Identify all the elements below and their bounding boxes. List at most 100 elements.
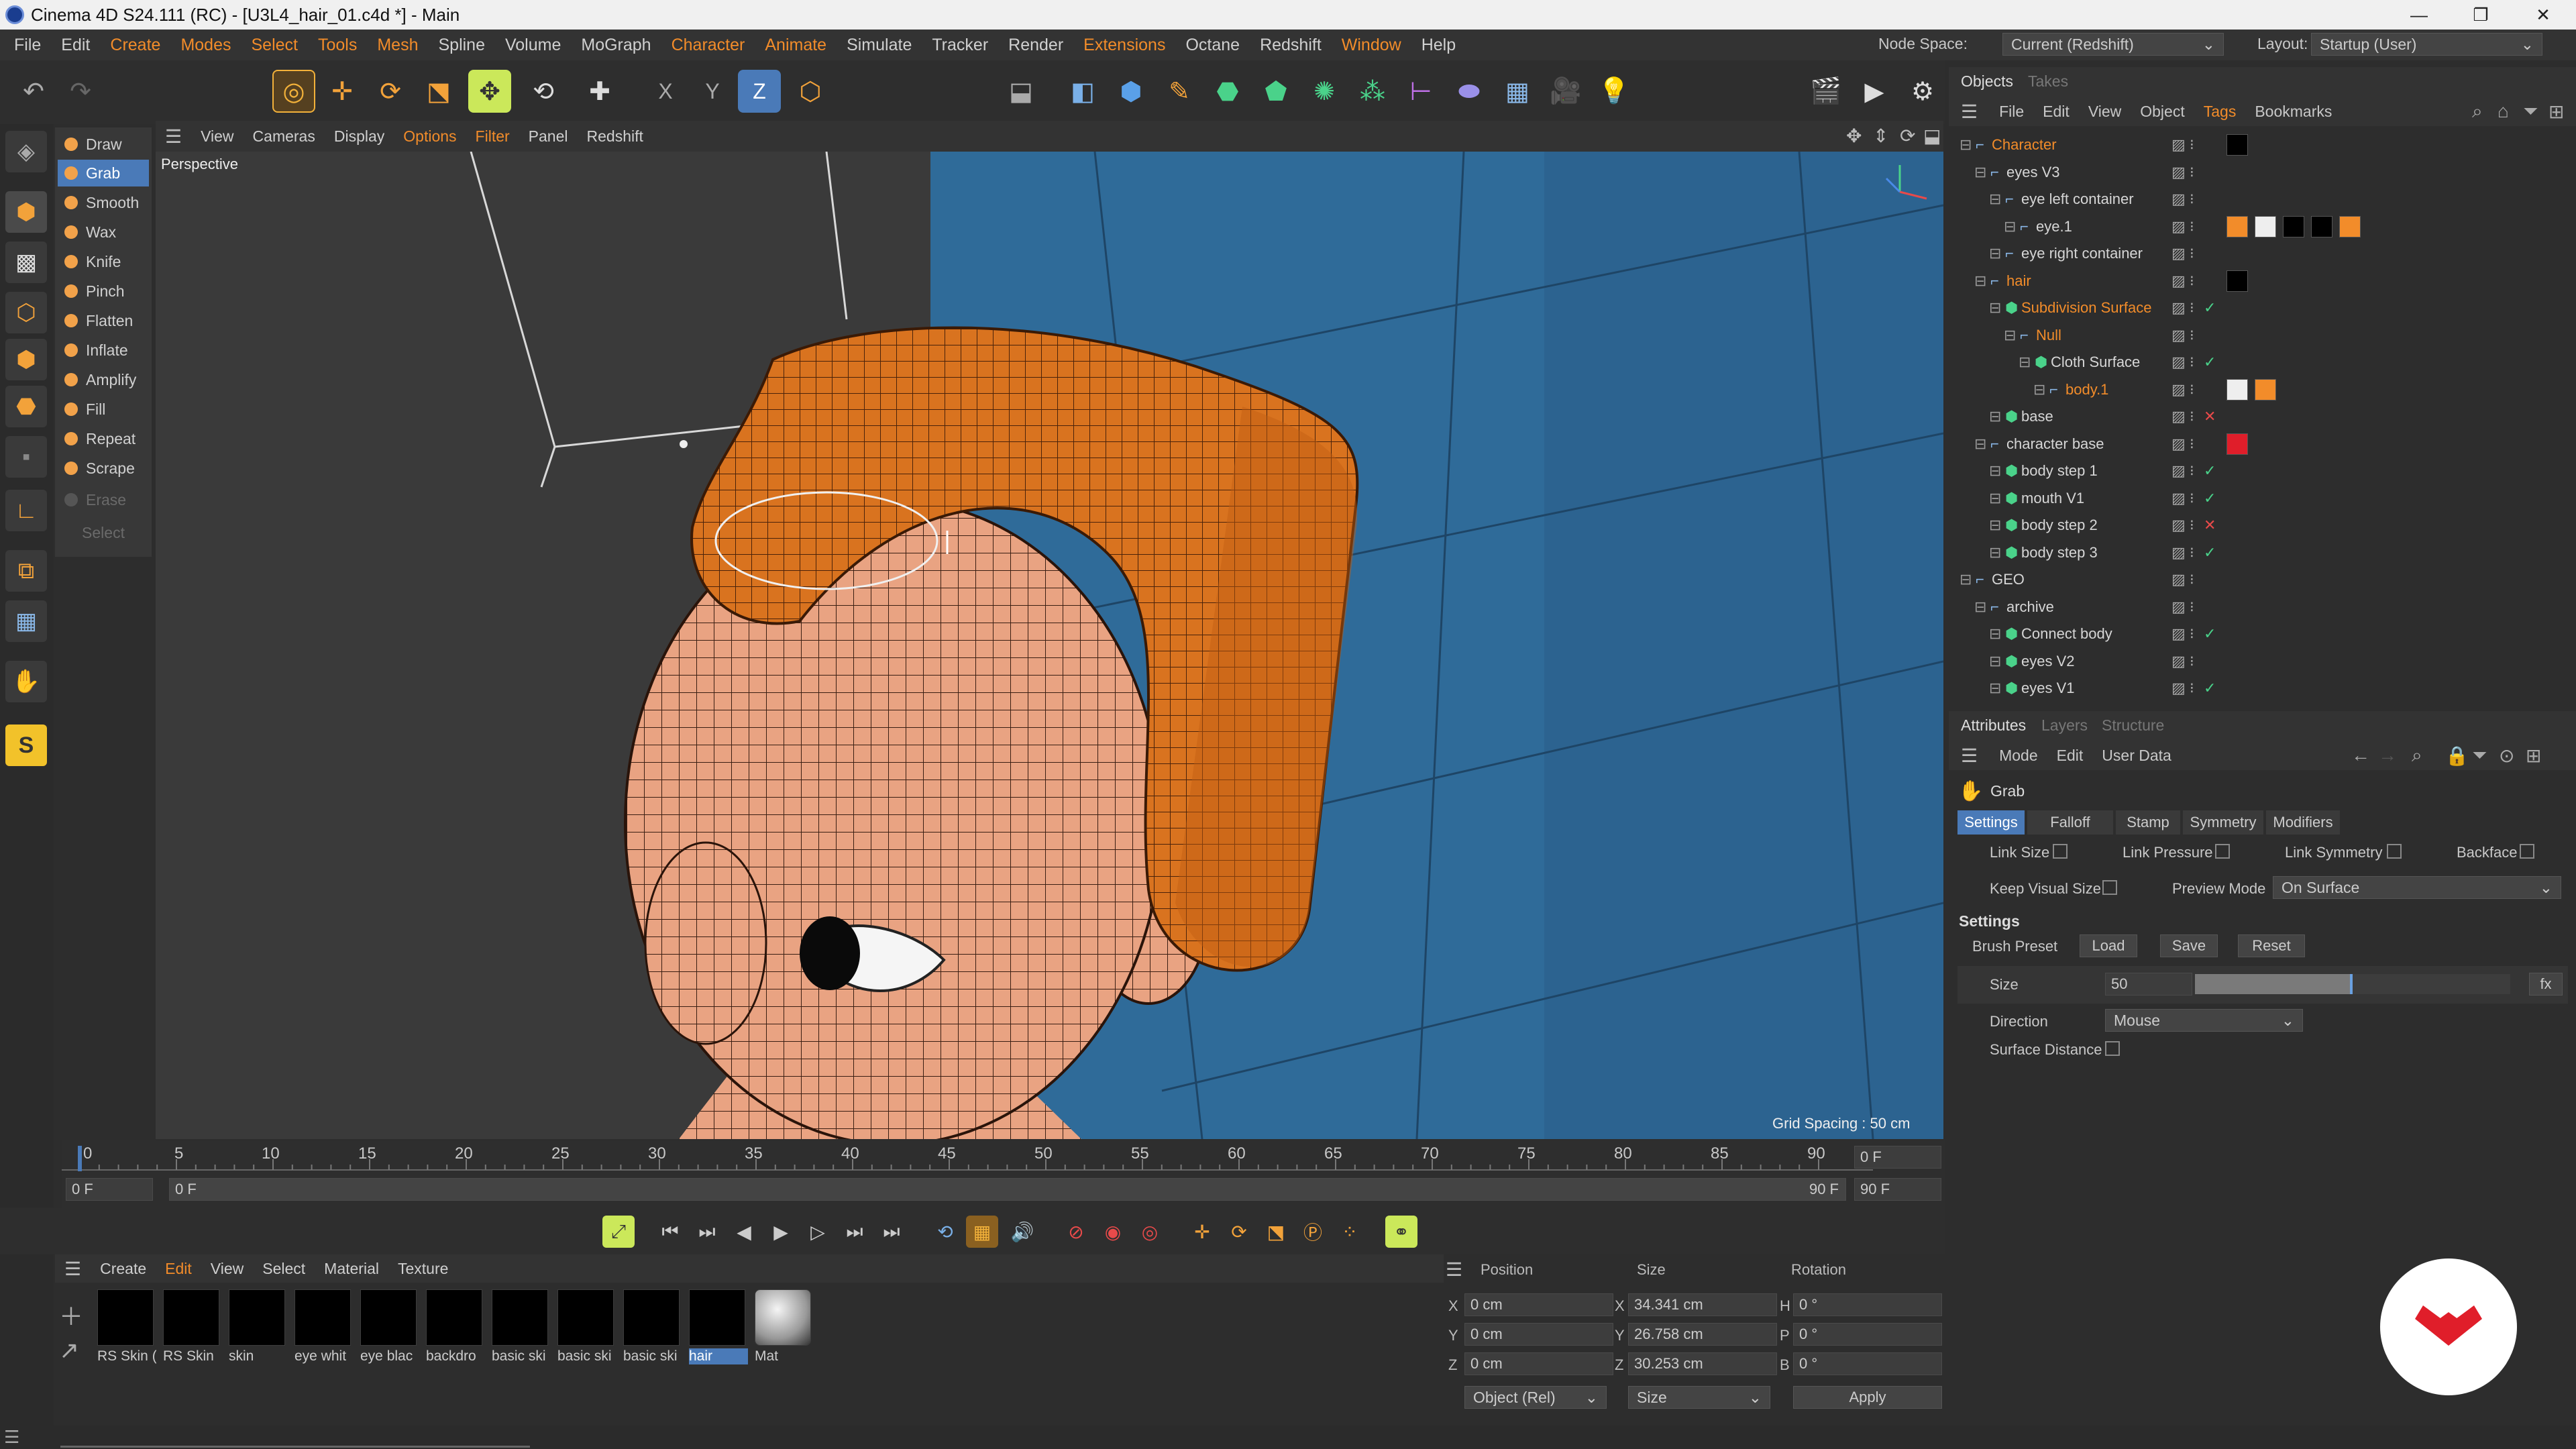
key-point-level-icon[interactable]: ⁘ (1334, 1216, 1366, 1248)
visibility-toggle-icon[interactable]: ▨ ⁝ (2171, 653, 2194, 670)
texture-tag-icon[interactable] (2226, 215, 2248, 237)
render-to-picture-viewer-icon[interactable]: ▶ (1853, 70, 1896, 113)
frame-rate-icon[interactable]: ▦ (966, 1216, 998, 1248)
material-menu-edit[interactable]: Edit (156, 1260, 201, 1278)
layout-select[interactable]: Startup (User) ⌄ (2311, 33, 2542, 56)
sculpt-tool-pinch[interactable]: Pinch (58, 278, 149, 305)
size-x-field[interactable]: 34.341 cm (1628, 1293, 1777, 1316)
tab-objects[interactable]: Objects (1961, 72, 2013, 91)
visibility-toggle-icon[interactable]: ▨ ⁝ (2171, 435, 2194, 453)
expand-toggle-icon[interactable]: ⊟ (1989, 408, 2001, 425)
expand-toggle-icon[interactable]: ⊟ (2004, 327, 2016, 344)
menu-extensions[interactable]: Extensions (1073, 36, 1175, 55)
cube-icon[interactable]: ⬢ (1110, 70, 1152, 113)
sculpt-tool-grab[interactable]: Grab (58, 160, 149, 186)
viewport-menu-redshift[interactable]: Redshift (578, 127, 653, 146)
material-item[interactable]: backdro (426, 1289, 484, 1370)
pen-spline-icon[interactable]: ✎ (1158, 70, 1201, 113)
autokey-icon[interactable]: ◉ (1097, 1216, 1129, 1248)
visibility-toggle-icon[interactable]: ▨ ⁝ (2171, 136, 2194, 154)
zoom-view-icon[interactable]: ⇕ (1873, 125, 1888, 147)
key-position-icon[interactable]: ✛ (1186, 1216, 1218, 1248)
size-z-field[interactable]: 30.253 cm (1628, 1352, 1777, 1375)
scale-icon[interactable]: ⬔ (417, 70, 460, 113)
apply-button[interactable]: Apply (1793, 1386, 1942, 1409)
z-axis-icon[interactable]: Z (738, 70, 781, 113)
expand-toggle-icon[interactable]: ⊟ (1974, 598, 1986, 616)
menu-spline[interactable]: Spline (428, 36, 495, 55)
menu-redshift[interactable]: Redshift (1250, 36, 1332, 55)
expand-toggle-icon[interactable]: ⊟ (2004, 218, 2016, 235)
viewport[interactable]: Perspective Grid Spacing : 50 cm (156, 152, 1943, 1139)
current-frame-field[interactable]: 0 F (1854, 1146, 1941, 1169)
coordinate-mode-select[interactable]: Object (Rel) ⌄ (1464, 1386, 1607, 1409)
sculpt-tool-flatten[interactable]: Flatten (58, 307, 149, 334)
play-icon[interactable]: ▶ (765, 1216, 797, 1248)
key-scale-icon[interactable]: ⬔ (1260, 1216, 1292, 1248)
filter-icon[interactable]: ⏷ (2523, 101, 2538, 123)
camera-icon[interactable]: 🎥 (1544, 70, 1587, 113)
object-row[interactable]: ⊟ ⌐ GEO ▨ ⁝ (1949, 566, 2576, 593)
size-mode-select[interactable]: Size ⌄ (1628, 1386, 1770, 1409)
sound-icon[interactable]: 🔊 (1006, 1216, 1038, 1248)
cameras-icon[interactable]: ◧ (1061, 70, 1104, 113)
expand-toggle-icon[interactable]: ⊟ (1989, 680, 2001, 697)
expand-toggle-icon[interactable]: ⊟ (1974, 435, 1986, 453)
disabled-cross-icon[interactable]: ✕ (2204, 408, 2216, 425)
objects-menu-edit[interactable]: Edit (2033, 103, 2079, 121)
visibility-toggle-icon[interactable]: ▨ ⁝ (2171, 164, 2194, 181)
object-row[interactable]: ⊟ ⬢ body step 2 ▨ ⁝ ✕ (1949, 512, 2576, 539)
enabled-check-icon[interactable]: ✓ (2204, 544, 2216, 561)
home-icon[interactable]: ⌂ (2498, 101, 2509, 122)
objects-menu-tags[interactable]: Tags (2194, 103, 2246, 121)
warning-tag-icon[interactable] (2339, 215, 2361, 237)
expand-toggle-icon[interactable]: ⊟ (1989, 517, 2001, 534)
objects-menu-file[interactable]: File (1990, 103, 2033, 121)
visibility-toggle-icon[interactable]: ▨ ⁝ (2171, 462, 2194, 480)
deformer-icon[interactable]: ⊢ (1399, 70, 1442, 113)
sculpt-tool-erase[interactable]: Erase (58, 486, 149, 513)
object-row[interactable]: ⊟ ⌐ Character ▨ ⁝ (1949, 131, 2576, 158)
expand-toggle-icon[interactable]: ⊟ (1989, 653, 2001, 670)
sculpt-tool-fill[interactable]: Fill (58, 396, 149, 423)
sculpt-tool-inflate[interactable]: Inflate (58, 337, 149, 364)
object-row[interactable]: ⊟ ⬢ Connect body ▨ ⁝ ✓ (1949, 621, 2576, 647)
visibility-toggle-icon[interactable]: ▨ ⁝ (2171, 517, 2194, 534)
objects-menu-object[interactable]: Object (2131, 103, 2194, 121)
search-icon[interactable]: ⌕ (2412, 745, 2422, 767)
objects-menu-bookmarks[interactable]: Bookmarks (2245, 103, 2341, 121)
tab-takes[interactable]: Takes (2028, 72, 2068, 91)
display-tag-icon[interactable] (2226, 433, 2248, 455)
coordinate-system-icon[interactable]: ⬡ (789, 70, 832, 113)
object-row[interactable]: ⊟ ⌐ Null ▨ ⁝ (1949, 322, 2576, 349)
object-row[interactable]: ⊟ ⬢ base ▨ ⁝ ✕ (1949, 403, 2576, 430)
y-axis-icon[interactable]: Y (691, 70, 734, 113)
expand-toggle-icon[interactable]: ⊟ (1960, 571, 1972, 588)
material-item[interactable]: basic ski (492, 1289, 549, 1370)
object-row[interactable]: ⊟ ⬢ body step 1 ▨ ⁝ ✓ (1949, 458, 2576, 484)
back-arrow-icon[interactable]: ← (2351, 745, 2370, 766)
uv-mode-icon[interactable]: ▪ (5, 436, 47, 478)
snap-icon[interactable]: ⧉ (5, 550, 47, 592)
keyframe-selection-icon[interactable]: ◎ (1134, 1216, 1166, 1248)
material-tag-icon[interactable] (2283, 215, 2304, 237)
attributes-menu-user-data[interactable]: User Data (2092, 747, 2181, 765)
material-item[interactable]: Mat (755, 1289, 812, 1370)
material-item[interactable]: basic ski (623, 1289, 681, 1370)
hamburger-icon[interactable]: ☰ (1949, 745, 1990, 767)
record-active-icon[interactable]: ⊘ (1060, 1216, 1092, 1248)
forward-arrow-icon[interactable]: → (2378, 745, 2397, 766)
sculpt-tool-select[interactable]: Select (58, 519, 149, 546)
rotation-b-field[interactable]: 0 ° (1793, 1352, 1942, 1375)
size-slider[interactable] (2195, 974, 2510, 994)
menu-mograph[interactable]: MoGraph (571, 36, 661, 55)
filter-icon[interactable]: ⏷ (2472, 745, 2487, 767)
object-row[interactable]: ⊟ ⬢ mouth V1 ▨ ⁝ ✓ (1949, 485, 2576, 512)
object-row[interactable]: ⊟ ⬢ Cloth Surface ▨ ⁝ ✓ (1949, 349, 2576, 376)
floor-icon[interactable]: ▦ (1496, 70, 1539, 113)
enabled-check-icon[interactable]: ✓ (2204, 462, 2216, 480)
material-tag-icon[interactable] (2226, 270, 2248, 292)
maximize-button[interactable]: ❐ (2450, 0, 2512, 30)
menu-create[interactable]: Create (100, 36, 170, 55)
tab-layers[interactable]: Layers (2041, 716, 2088, 735)
